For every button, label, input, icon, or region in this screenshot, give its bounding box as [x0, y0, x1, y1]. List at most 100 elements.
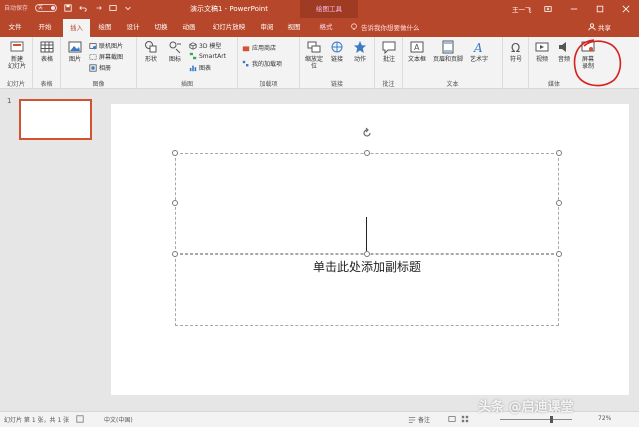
zoom-level[interactable]: 72%	[598, 415, 611, 422]
undo-icon[interactable]	[79, 4, 87, 12]
powerpoint-window: 自动保存 关 演示文稿1 - PowerPoint 绘图工具 王一飞 文件 开始…	[0, 0, 639, 427]
group-links: 缩放定 位 链接 动作 链接	[300, 37, 375, 89]
online-pictures-button[interactable]: 联机图片	[89, 41, 123, 50]
action-button[interactable]: 动作	[349, 40, 371, 63]
slide-thumbnail-1[interactable]	[19, 99, 92, 140]
red-circle-annotation	[573, 39, 622, 87]
zoom-slider-thumb[interactable]	[550, 416, 553, 423]
save-icon[interactable]	[64, 3, 72, 12]
customize-qat-icon[interactable]	[124, 4, 132, 12]
group-images: 图片 联机图片 屏幕截图 相册 图像	[61, 37, 137, 89]
group-text-label: 文本	[446, 81, 459, 88]
tab-transitions[interactable]: 切换	[148, 18, 174, 37]
tell-me-text: 告诉我你想要做什么	[361, 24, 420, 32]
resize-handle-ml[interactable]	[172, 200, 178, 206]
album-label: 相册	[99, 65, 112, 72]
smartart-label: SmartArt	[199, 52, 227, 60]
maximize-button[interactable]	[587, 0, 613, 18]
photo-album-button[interactable]: 相册	[89, 63, 111, 72]
zoom-label-2: 位	[310, 63, 317, 70]
tab-animations[interactable]: 动画	[176, 18, 202, 37]
notes-icon	[408, 416, 416, 423]
chart-button[interactable]: 图表	[189, 63, 211, 72]
resize-handle-tc[interactable]	[364, 150, 370, 156]
symbol-button[interactable]: Ω 符号	[505, 40, 527, 63]
title-bar: 自动保存 关 演示文稿1 - PowerPoint 绘图工具 王一飞	[0, 0, 639, 18]
user-name[interactable]: 王一飞	[512, 4, 532, 14]
svg-text:Ω: Ω	[511, 41, 520, 54]
resize-handle-tl[interactable]	[172, 150, 178, 156]
normal-view-button[interactable]	[448, 415, 456, 423]
close-button[interactable]	[613, 0, 639, 18]
tab-slideshow[interactable]: 幻灯片放映	[204, 18, 254, 37]
textbox-button[interactable]: A 文本框	[404, 40, 430, 63]
present-icon[interactable]	[109, 4, 117, 12]
tab-review[interactable]: 审阅	[255, 18, 279, 37]
tab-file[interactable]: 文件	[2, 18, 28, 37]
resize-handle-mr[interactable]	[556, 200, 562, 206]
autosave-toggle[interactable]: 关	[35, 3, 58, 12]
my-addins-button[interactable]: 我的加载项	[242, 59, 282, 68]
new-slide-button[interactable]: 新建 幻灯片	[3, 40, 31, 70]
online-pictures-label: 联机图片	[99, 43, 124, 50]
wordart-button[interactable]: A 艺术字	[466, 40, 492, 63]
person-icon	[588, 23, 596, 31]
tab-view[interactable]: 视图	[282, 18, 306, 37]
normal-view-icon	[448, 416, 456, 422]
group-slides-label: 幻灯片	[6, 81, 25, 88]
shapes-icon	[145, 41, 157, 53]
table-button[interactable]: 表格	[37, 40, 57, 63]
rotate-handle-icon[interactable]	[361, 127, 373, 139]
tab-draw[interactable]: 绘图	[93, 18, 117, 37]
zoom-slider[interactable]	[500, 419, 572, 420]
pictures-button[interactable]: 图片	[65, 40, 85, 63]
text-cursor	[366, 217, 367, 251]
share-button[interactable]: 共享	[588, 22, 611, 32]
group-addins-label: 加载项	[259, 81, 278, 88]
3d-models-button[interactable]: 3D 模型	[189, 41, 221, 50]
notes-label: 备注	[418, 417, 431, 424]
tab-insert[interactable]: 插入	[63, 18, 90, 37]
addins-icon	[242, 60, 249, 66]
group-addins: 应用商店 我的加载项 加载项	[238, 37, 300, 89]
share-label: 共享	[598, 24, 611, 32]
tell-me-box[interactable]: 告诉我你想要做什么	[350, 22, 420, 32]
tab-design[interactable]: 设计	[120, 18, 146, 37]
resize-handle-br[interactable]	[556, 251, 562, 257]
textbox-label: 文本框	[407, 56, 426, 63]
shapes-button[interactable]: 形状	[140, 40, 162, 63]
tab-format[interactable]: 格式	[312, 18, 340, 37]
link-button[interactable]: 链接	[326, 40, 348, 63]
spellcheck-status[interactable]	[76, 415, 84, 423]
ribbon-display-button[interactable]	[535, 0, 561, 18]
resize-handle-tr[interactable]	[556, 150, 562, 156]
store-button[interactable]: 应用商店	[242, 43, 276, 52]
comment-button[interactable]: 批注	[378, 40, 400, 63]
resize-handle-bc[interactable]	[364, 251, 370, 257]
redo-icon[interactable]	[94, 4, 102, 12]
shapes-label: 形状	[144, 56, 157, 63]
store-icon	[242, 45, 250, 51]
minimize-icon	[570, 8, 578, 10]
action-label: 动作	[353, 56, 366, 63]
screenshot-icon	[89, 53, 97, 60]
sorter-view-button[interactable]	[461, 415, 469, 423]
title-placeholder[interactable]	[175, 153, 559, 254]
online-picture-icon	[89, 42, 97, 49]
smartart-button[interactable]: SmartArt	[189, 52, 226, 60]
notes-button[interactable]: 备注	[408, 415, 430, 424]
wordart-label: 艺术字	[469, 56, 488, 63]
language-status[interactable]: 中文(中国)	[104, 415, 133, 424]
zoom-button[interactable]: 缩放定 位	[302, 40, 326, 70]
video-button[interactable]: 视频	[531, 40, 553, 63]
tab-home[interactable]: 开始	[32, 18, 58, 37]
header-footer-button[interactable]: 页眉和页脚	[430, 40, 466, 63]
resize-handle-bl[interactable]	[172, 251, 178, 257]
comment-label: 批注	[382, 56, 395, 63]
minimize-button[interactable]	[561, 0, 587, 18]
screenshot-button[interactable]: 屏幕截图	[89, 52, 123, 61]
spellcheck-icon	[76, 415, 84, 423]
icons-button[interactable]: 图标	[164, 40, 186, 63]
maximize-icon	[596, 5, 604, 13]
wordart-icon: A	[473, 41, 483, 54]
